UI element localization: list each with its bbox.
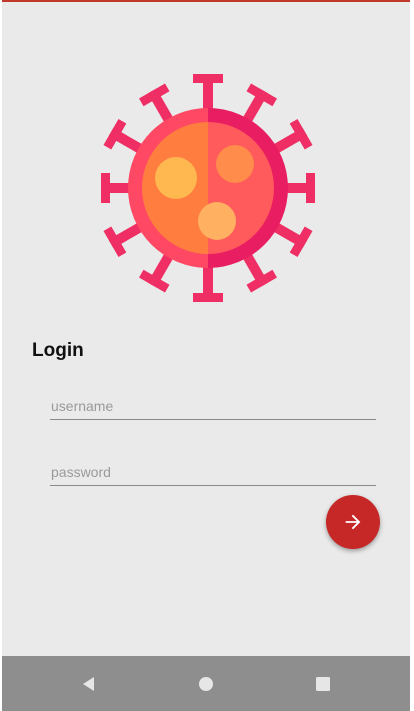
arrow-right-icon xyxy=(345,514,361,530)
recents-icon xyxy=(316,677,330,691)
recents-button[interactable] xyxy=(311,672,335,696)
password-input[interactable] xyxy=(50,460,376,486)
login-submit-button[interactable] xyxy=(326,495,380,549)
login-screen: Login xyxy=(2,0,410,711)
username-input[interactable] xyxy=(50,394,376,420)
back-button[interactable] xyxy=(77,672,101,696)
virus-logo-icon xyxy=(101,74,315,302)
system-navigation-bar xyxy=(2,656,410,711)
home-icon xyxy=(199,677,213,691)
login-title: Login xyxy=(32,340,84,361)
back-icon xyxy=(83,677,94,691)
home-button[interactable] xyxy=(194,672,218,696)
